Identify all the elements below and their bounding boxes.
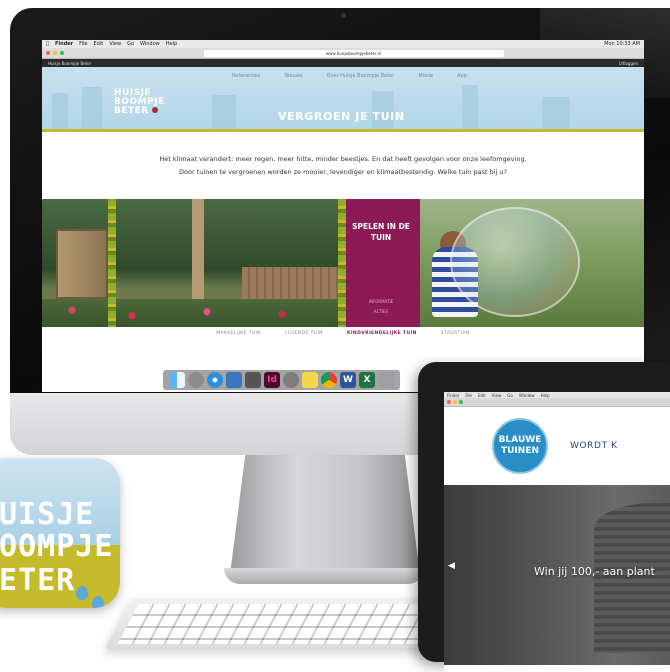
site-tab-title[interactable]: Huisje Boompje Beter [48,61,91,66]
tab-kindvriendelijke-tuin[interactable]: KINDVRIENDELIJKE TUIN [347,331,417,336]
intro-text: Het klimaat verandert: meer regen, meer … [42,132,644,199]
menu-view[interactable]: View [109,41,121,47]
menu-window[interactable]: Window [140,41,160,47]
actions-link[interactable]: ACTIES [369,307,393,317]
water-drop-icon [76,586,88,600]
tablet-browser-toolbar [444,398,670,407]
garden-type-tabs: MAKKELIJKE TUIN LEVENDE TUIN KINDVRIENDE… [42,327,644,339]
flower-bed [42,299,342,327]
word-icon[interactable]: W [340,372,356,388]
water-drop-icon [92,596,104,608]
menu-edit[interactable]: Edit [94,41,104,47]
imac-stand-base [224,568,424,584]
slider-prev-icon[interactable]: ◀ [448,561,455,571]
zoom-window-icon[interactable] [459,400,463,404]
tablet-site-header: BLAUWE TUINEN WORDT K [444,407,670,485]
child-bubble-photo [420,199,644,327]
page-title: VERGROEN JE TUIN [278,110,405,123]
chrome-icon[interactable] [321,372,337,388]
menu-go[interactable]: Go [127,41,134,47]
finder-icon[interactable] [169,372,185,388]
nav-movie[interactable]: Movie [418,73,433,79]
indesign-icon[interactable]: Id [264,372,280,388]
tablet-headline: Win jij 100,- aan plant [534,565,655,578]
safari-icon[interactable] [207,372,223,388]
system-preferences-icon[interactable] [283,372,299,388]
vine-decoration [338,199,346,327]
tablet-screen: Finder File Edit View Go Window Help BLA… [444,392,670,672]
site-nav: Referenties Nieuws Over Huisje Boompje B… [232,73,467,79]
ladybug-icon [152,107,159,113]
menu-file[interactable]: File [79,41,87,47]
app-icon[interactable]: HUISJE BOOMPJE BETER [0,458,120,608]
vine-decoration [108,199,116,327]
tab-stadstuin[interactable]: STADSTUIN [441,331,470,336]
site-admin-bar: Huisje Boompje Beter Uitloggen [42,59,644,67]
garden-shed [56,229,108,299]
minimize-window-icon[interactable] [53,51,57,55]
garden-photo [42,199,342,327]
site-logo[interactable]: HUISJE BOOMPJE BETER [114,89,165,116]
imac-stand [230,455,420,575]
feature-title: SPELEN IN DE TUIN [352,222,410,242]
wooden-fence [242,267,342,303]
apple-icon[interactable]:  [46,41,49,47]
nav-over[interactable]: Over Huisje Boompje Beter [326,73,394,79]
imac-screen:  Finder File Edit View Go Window Help M… [42,40,644,392]
mac-menubar:  Finder File Edit View Go Window Help M… [42,40,644,48]
tablet-hero: ◀ Win jij 100,- aan plant [444,485,670,665]
preview-icon[interactable] [226,372,242,388]
blauwe-tuinen-logo[interactable]: BLAUWE TUINEN [492,418,548,474]
nav-nieuws[interactable]: Nieuws [284,73,302,79]
trash-icon[interactable] [378,372,394,388]
soap-bubble [450,207,580,317]
menu-app-name[interactable]: Finder [55,41,73,47]
tablet-nav-item[interactable]: WORDT K [570,441,618,451]
minimize-window-icon[interactable] [453,400,457,404]
tab-makkelijke-tuin[interactable]: MAKKELIJKE TUIN [216,331,261,336]
stickies-icon[interactable] [302,372,318,388]
hero-banner: SPELEN IN DE TUIN INFORMATIE ACTIES [42,199,644,327]
site-header: Referenties Nieuws Over Huisje Boompje B… [42,67,644,129]
menu-help[interactable]: Help [166,41,177,47]
mac-dock: Id W X [163,370,400,390]
intro-line-2: Door tuinen te vergroenen worden ze mooi… [179,168,507,176]
feature-links: INFORMATIE ACTIES [369,297,393,317]
close-window-icon[interactable] [447,400,451,404]
camera-icon [341,13,346,18]
nav-referenties[interactable]: Referenties [232,73,260,79]
zoom-window-icon[interactable] [60,51,64,55]
safari-toolbar: www.huisjeboompjebeter.nl [42,48,644,59]
tablet-device: Finder File Edit View Go Window Help BLA… [418,362,670,672]
launchpad-icon[interactable] [188,372,204,388]
info-link[interactable]: INFORMATIE [369,297,393,307]
logout-link[interactable]: Uitloggen [619,61,638,66]
notes-icon[interactable] [245,372,261,388]
menubar-clock[interactable]: Mon 10:33 AM [604,41,640,47]
feature-panel[interactable]: SPELEN IN DE TUIN INFORMATIE ACTIES [338,199,420,327]
nav-app[interactable]: App [457,73,467,79]
imac-chin [10,393,440,455]
excel-icon[interactable]: X [359,372,375,388]
close-window-icon[interactable] [46,51,50,55]
address-bar[interactable]: www.huisjeboompjebeter.nl [203,49,504,57]
tab-levende-tuin[interactable]: LEVENDE TUIN [285,331,323,336]
intro-line-1: Het klimaat verandert: meer regen, meer … [159,155,527,163]
keyboard [104,598,462,650]
